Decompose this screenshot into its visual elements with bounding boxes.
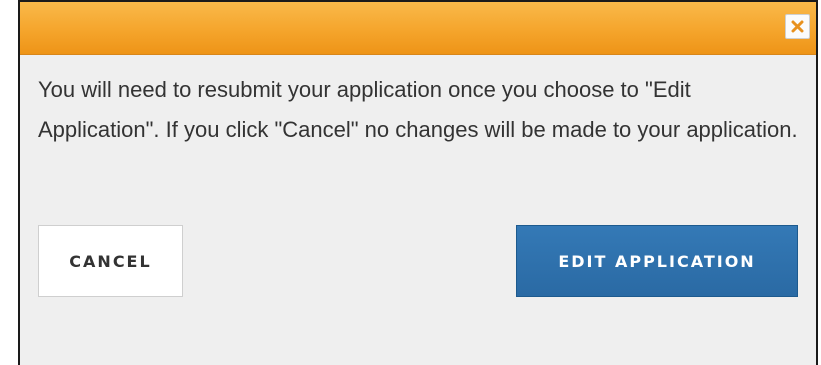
close-button[interactable] <box>785 14 810 39</box>
cancel-button-label: CANCEL <box>69 251 152 271</box>
edit-application-button-label: EDIT APPLICATION <box>558 251 756 271</box>
edit-application-button[interactable]: EDIT APPLICATION <box>516 225 798 297</box>
close-icon <box>791 20 804 33</box>
dialog-titlebar <box>20 2 816 55</box>
dialog-message: You will need to resubmit your applicati… <box>38 77 798 142</box>
cancel-button[interactable]: CANCEL <box>38 225 183 297</box>
edit-application-dialog: You will need to resubmit your applicati… <box>18 0 818 365</box>
